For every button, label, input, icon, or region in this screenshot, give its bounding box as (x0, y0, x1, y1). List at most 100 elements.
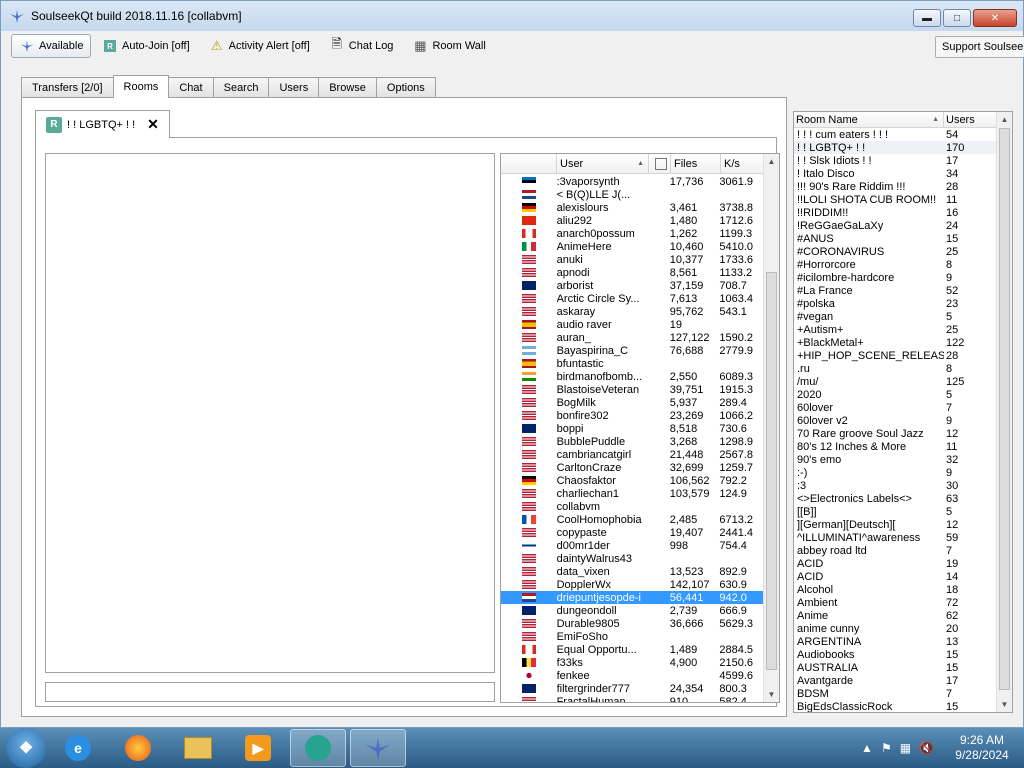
room-row[interactable]: !!! 90's Rare Riddim !!! 28 (794, 180, 1012, 193)
room-row[interactable]: #icilombre-hardcore 9 (794, 271, 1012, 284)
user-row[interactable]: DopplerWx 142,107 630.9 (501, 578, 763, 591)
user-row[interactable]: EmiFoSho (501, 630, 763, 643)
flag-column-header[interactable] (501, 154, 557, 173)
user-row[interactable]: bonfire302 23,269 1066.2 (501, 409, 763, 422)
room-row[interactable]: :-) 9 (794, 466, 1012, 479)
user-row[interactable]: alexislours 3,461 3738.8 (501, 201, 763, 214)
user-list-scrollbar[interactable]: ▲ ▼ (763, 154, 779, 702)
room-row[interactable]: Avantgarde 17 (794, 674, 1012, 687)
room-row[interactable]: !!LOLI SHOTA CUB ROOM!! 11 (794, 193, 1012, 206)
user-row[interactable]: dungeondoll 2,739 666.9 (501, 604, 763, 617)
room-row[interactable]: #La France 52 (794, 284, 1012, 297)
room-row[interactable]: 60lover v2 9 (794, 414, 1012, 427)
tab-options[interactable]: Options (375, 77, 436, 98)
room-row[interactable]: anime cunny 20 (794, 622, 1012, 635)
user-row[interactable]: askaray 95,762 543.1 (501, 305, 763, 318)
close-room-icon[interactable]: ✕ (147, 116, 159, 133)
user-row[interactable]: driepuntjesopde-i 56,441 942.0 (501, 591, 763, 604)
show-hidden-icon[interactable]: ▲ (861, 741, 873, 755)
user-row[interactable]: Durable9805 36,666 5629.3 (501, 617, 763, 630)
room-row[interactable]: #vegan 5 (794, 310, 1012, 323)
room-row[interactable]: #ANUS 15 (794, 232, 1012, 245)
taskbar-media-player[interactable]: ▶ (230, 729, 286, 767)
user-row[interactable]: Equal Opportu... 1,489 2884.5 (501, 643, 763, 656)
flag-icon[interactable]: ⚑ (881, 741, 892, 755)
user-row[interactable]: birdmanofbomb... 2,550 6089.3 (501, 370, 763, 383)
room-row[interactable]: AUSTRALIA 15 (794, 661, 1012, 674)
user-row[interactable]: BubblePuddle 3,268 1298.9 (501, 435, 763, 448)
room-row[interactable]: 60lover 7 (794, 401, 1012, 414)
user-row[interactable]: Arctic Circle Sy... 7,613 1063.4 (501, 292, 763, 305)
user-row[interactable]: BogMilk 5,937 289.4 (501, 396, 763, 409)
room-row[interactable]: ACID 19 (794, 557, 1012, 570)
user-row[interactable]: CarltonCraze 32,699 1259.7 (501, 461, 763, 474)
title-bar[interactable]: SoulseekQt build 2018.11.16 [collabvm] ▬… (1, 1, 1023, 31)
user-column-header[interactable]: User ▲ (557, 154, 649, 173)
available-button[interactable]: Available (11, 34, 91, 58)
status-column-header[interactable] (649, 154, 671, 173)
user-row[interactable]: bfuntastic (501, 357, 763, 370)
scroll-down-icon[interactable]: ▼ (764, 687, 779, 702)
room-row[interactable]: ARGENTINA 13 (794, 635, 1012, 648)
room-row[interactable]: :3 30 (794, 479, 1012, 492)
chat-log-button[interactable]: 🗎 Chat Log (322, 34, 402, 58)
room-row[interactable]: <>Electronics Labels<> 63 (794, 492, 1012, 505)
scroll-thumb[interactable] (999, 128, 1010, 690)
user-row[interactable]: d00mr1der 998 754.4 (501, 539, 763, 552)
ks-column-header[interactable]: K/s (721, 154, 765, 173)
user-row[interactable]: collabvm (501, 500, 763, 513)
network-icon[interactable]: ▦ (900, 741, 911, 755)
user-row[interactable]: boppi 8,518 730.6 (501, 422, 763, 435)
user-row[interactable]: audio raver 19 (501, 318, 763, 331)
room-row[interactable]: +HIP_HOP_SCENE_RELEAS... 28 (794, 349, 1012, 362)
room-row[interactable]: abbey road ltd 7 (794, 544, 1012, 557)
user-row[interactable]: AnimeHere 10,460 5410.0 (501, 240, 763, 253)
room-row[interactable]: ! ! LGBTQ+ ! ! 170 (794, 141, 1012, 154)
users-column-header[interactable]: Users (944, 112, 998, 127)
user-row[interactable]: f33ks 4,900 2150.6 (501, 656, 763, 669)
room-row[interactable]: !ReGGaeGaLaXy 24 (794, 219, 1012, 232)
user-row[interactable]: BlastoiseVeteran 39,751 1915.3 (501, 383, 763, 396)
tab-rooms[interactable]: Rooms (112, 75, 170, 98)
room-row[interactable]: /mu/125 (794, 375, 1012, 388)
chat-messages-area[interactable] (45, 153, 495, 673)
user-row[interactable]: arborist 37,159 708.7 (501, 279, 763, 292)
room-row[interactable]: !!RIDDIM!! 16 (794, 206, 1012, 219)
room-row[interactable]: 70 Rare groove Soul Jazz 12 (794, 427, 1012, 440)
taskbar-soulseek[interactable] (350, 729, 406, 767)
user-row[interactable]: auran_ 127,122 1590.2 (501, 331, 763, 344)
user-row[interactable]: cambriancatgirl 21,448 2567.8 (501, 448, 763, 461)
room-row[interactable]: ! Italo Disco 34 (794, 167, 1012, 180)
room-list-scrollbar[interactable]: ▲ ▼ (996, 112, 1012, 712)
room-row[interactable]: Alcohol 18 (794, 583, 1012, 596)
clock[interactable]: 9:26 AM 9/28/2024 (946, 733, 1018, 763)
room-row[interactable]: Audiobooks 15 (794, 648, 1012, 661)
user-row[interactable]: Chaosfaktor 106,562 792.2 (501, 474, 763, 487)
user-row[interactable]: data_vixen 13,523 892.9 (501, 565, 763, 578)
user-row[interactable]: anuki 10,377 1733.6 (501, 253, 763, 266)
room-row[interactable]: ACID 14 (794, 570, 1012, 583)
room-row[interactable]: BDSM 7 (794, 687, 1012, 700)
room-row[interactable]: BigEdsClassicRock 15 (794, 700, 1012, 713)
room-row[interactable]: Ambient 72 (794, 596, 1012, 609)
scroll-up-icon[interactable]: ▲ (764, 154, 779, 169)
room-row[interactable]: +BlackMetal+ 122 (794, 336, 1012, 349)
start-button[interactable]: ❖ (6, 728, 46, 768)
user-row[interactable]: CoolHomophobia 2,485 6713.2 (501, 513, 763, 526)
user-row[interactable]: :3vaporsynth 17,736 3061.9 (501, 175, 763, 188)
taskbar-firefox[interactable] (110, 729, 166, 767)
room-row[interactable]: 90's emo 32 (794, 453, 1012, 466)
user-row[interactable]: anarch0possum 1,262 1199.3 (501, 227, 763, 240)
room-row[interactable]: 2020 5 (794, 388, 1012, 401)
user-row[interactable]: daintyWalrus43 (501, 552, 763, 565)
user-row[interactable]: apnodi 8,561 1133.2 (501, 266, 763, 279)
minimize-button[interactable]: ▬ (913, 9, 941, 27)
user-row[interactable]: aliu292 1,480 1712.6 (501, 214, 763, 227)
activity-alert-button[interactable]: ⚠ Activity Alert [off] (202, 34, 318, 58)
room-row[interactable]: ^ILLUMINATI^awareness 59 (794, 531, 1012, 544)
room-row[interactable]: [[B]] 5 (794, 505, 1012, 518)
user-row[interactable]: Bayaspirina_C 76,688 2779.9 (501, 344, 763, 357)
volume-muted-icon[interactable]: 🔇 (919, 741, 934, 755)
user-row[interactable]: < B(Q)LLE J(... (501, 188, 763, 201)
maximize-button[interactable]: □ (943, 9, 971, 27)
